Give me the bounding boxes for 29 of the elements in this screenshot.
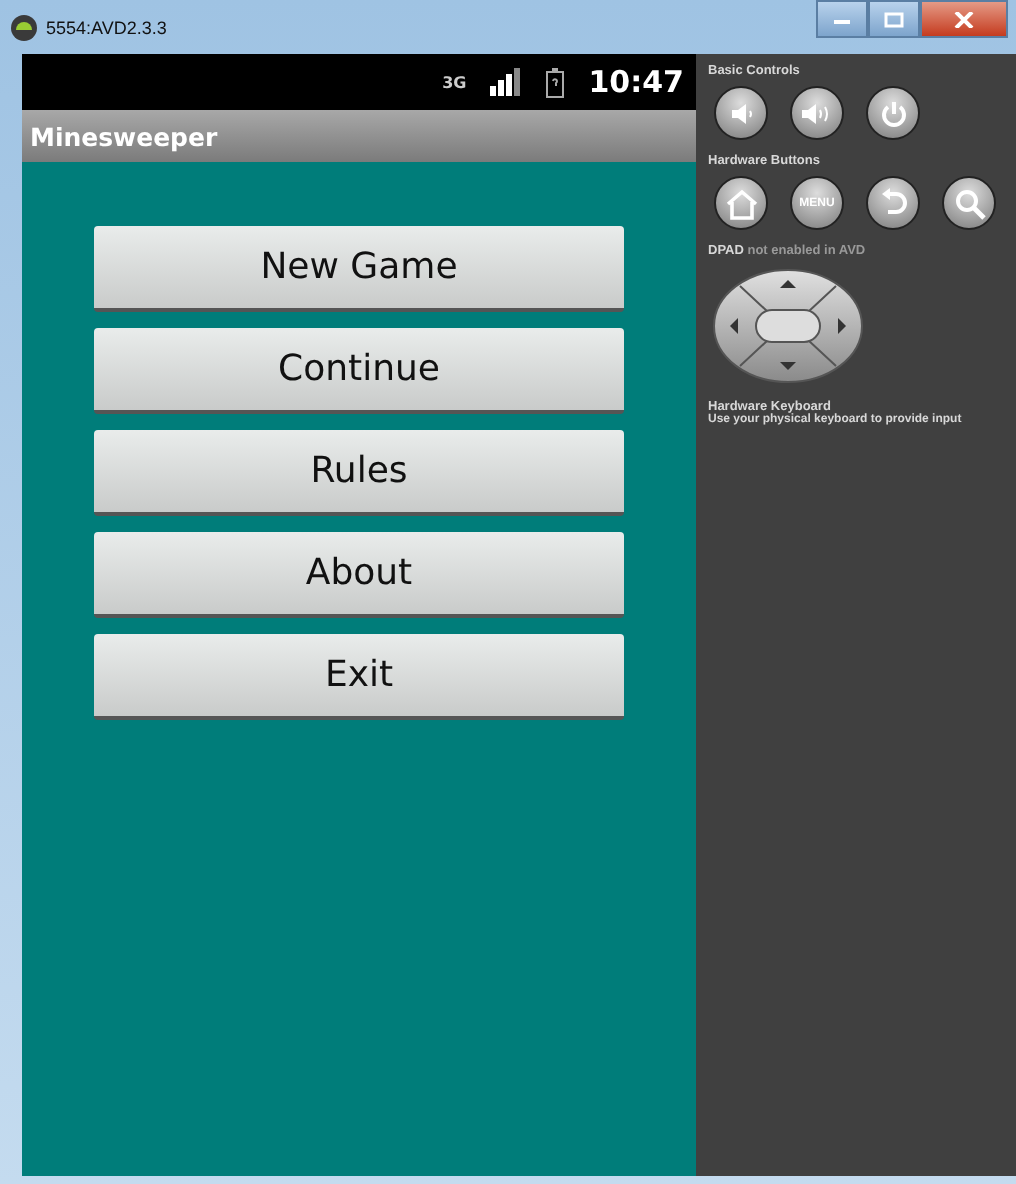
clock: 10:47: [588, 64, 684, 100]
power-icon: [879, 99, 907, 127]
volume-down-button[interactable]: [714, 86, 768, 140]
app-title: Minesweeper: [30, 121, 218, 151]
search-button[interactable]: [942, 176, 996, 230]
network-type: 3G: [442, 73, 467, 91]
home-button[interactable]: [714, 176, 768, 230]
search-icon: [953, 187, 985, 219]
maximize-button[interactable]: [868, 0, 920, 38]
menu-button[interactable]: Exit: [94, 634, 624, 720]
back-icon: [877, 187, 909, 219]
close-icon: [954, 11, 974, 27]
menu-button[interactable]: About: [94, 532, 624, 618]
menu-button[interactable]: New Game: [94, 226, 624, 312]
menu-button[interactable]: Rules: [94, 430, 624, 516]
home-icon: [723, 187, 759, 219]
battery-icon: [546, 67, 565, 97]
dpad-drawing[interactable]: [712, 268, 864, 384]
volume-up-button[interactable]: [790, 86, 844, 140]
menu-button[interactable]: Continue: [94, 328, 624, 414]
window-title: 5554:AVD2.3.3: [46, 17, 167, 37]
android-icon: [10, 13, 38, 41]
minimize-button[interactable]: [816, 0, 868, 38]
speaker-icon: [727, 101, 755, 125]
signal-icon: [490, 68, 523, 96]
back-button[interactable]: [866, 176, 920, 230]
maximize-icon: [884, 11, 904, 27]
power-button[interactable]: [866, 86, 920, 140]
close-button[interactable]: [920, 0, 1008, 38]
